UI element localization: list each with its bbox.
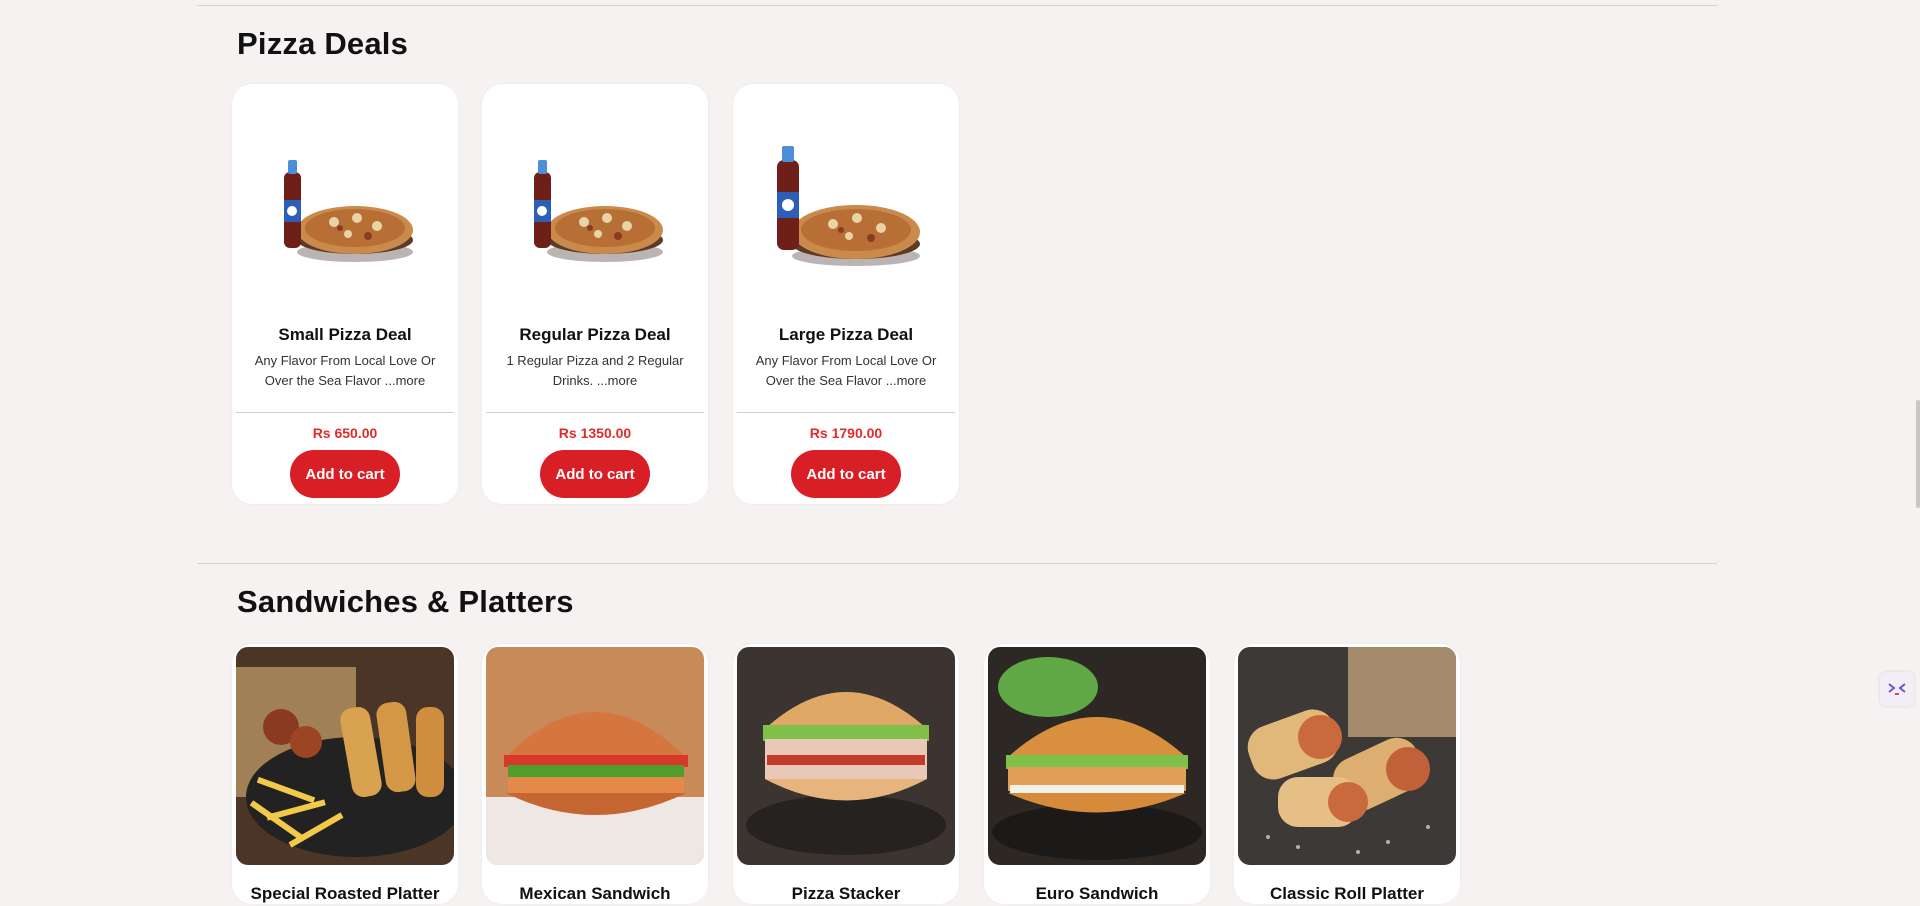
product-card-small-pizza-deal[interactable]: Small Pizza Deal Any Flavor From Local L… [232, 84, 458, 504]
chat-widget-icon [1888, 683, 1906, 695]
product-name: Euro Sandwich [1035, 884, 1159, 903]
product-description: 1 Regular Pizza and 2 Regular Drinks. ..… [506, 353, 684, 388]
product-price: Rs 1790.00 [809, 425, 883, 441]
product-name: Small Pizza Deal [278, 325, 412, 344]
product-card-pizza-stacker[interactable]: Pizza Stacker [733, 644, 959, 904]
card-divider [486, 412, 704, 413]
product-price: Rs 1350.00 [558, 425, 632, 441]
product-name: Classic Roll Platter [1269, 884, 1424, 903]
product-description: Any Flavor From Local Love Or Over the S… [755, 353, 937, 388]
product-name: Special Roasted Platter [250, 884, 440, 903]
product-card-special-roasted-platter[interactable]: Special Roasted Platter [232, 644, 458, 904]
product-name: Mexican Sandwich [519, 884, 671, 903]
add-to-cart-button[interactable]: Add to cart [290, 450, 400, 498]
product-card-mexican-sandwich[interactable]: Mexican Sandwich [482, 644, 708, 904]
sandwich-image [486, 647, 704, 865]
sandwich-image [1238, 647, 1456, 865]
product-name: Regular Pizza Deal [519, 325, 671, 344]
section-title-sandwiches-platters: Sandwiches & Platters [237, 584, 574, 619]
add-to-cart-button[interactable]: Add to cart [540, 450, 650, 498]
product-card-large-pizza-deal[interactable]: Large Pizza Deal Any Flavor From Local L… [733, 84, 959, 504]
product-name: Pizza Stacker [791, 884, 901, 903]
product-card-classic-roll-platter[interactable]: Classic Roll Platter [1234, 644, 1460, 904]
scrollbar-thumb[interactable] [1916, 400, 1920, 508]
product-card-regular-pizza-deal[interactable]: Regular Pizza Deal 1 Regular Pizza and 2… [482, 84, 708, 504]
pizza-deal-image [777, 146, 920, 266]
product-description: Any Flavor From Local Love Or Over the S… [254, 353, 436, 388]
product-price: Rs 650.00 [312, 425, 378, 441]
section-divider [197, 563, 1717, 564]
section-divider-top [197, 5, 1717, 6]
card-divider [236, 412, 454, 413]
pizza-deal-image [284, 160, 413, 262]
section-title-pizza-deals: Pizza Deals [237, 26, 409, 61]
sandwich-image [236, 647, 454, 865]
chat-widget-button[interactable] [1880, 672, 1914, 706]
sandwich-image [988, 647, 1206, 865]
product-name: Large Pizza Deal [778, 325, 914, 344]
product-card-euro-sandwich[interactable]: Euro Sandwich [984, 644, 1210, 904]
sandwich-image [737, 647, 955, 865]
pizza-deal-image [534, 160, 663, 262]
card-divider [737, 412, 955, 413]
add-to-cart-button[interactable]: Add to cart [791, 450, 901, 498]
